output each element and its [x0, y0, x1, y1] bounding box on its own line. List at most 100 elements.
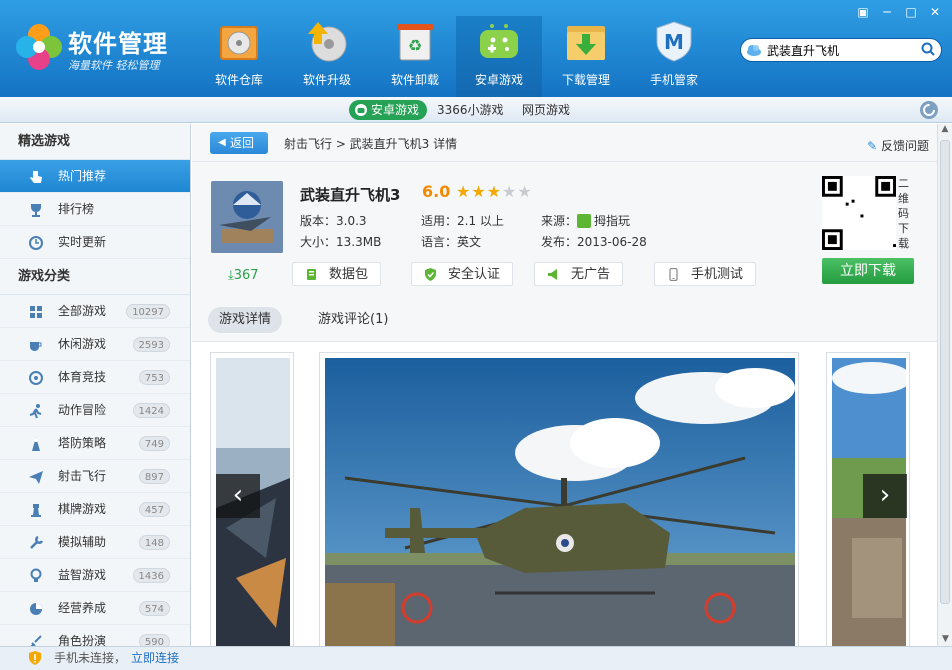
sidebar-item-category[interactable]: 模拟辅助 148	[0, 526, 190, 559]
game-version: 版本：3.0.3	[300, 214, 367, 228]
carousel-prev-button[interactable]: ‹	[216, 474, 260, 518]
star-empty-icon: ★	[517, 182, 533, 201]
brand-subtitle: 海量软件 轻松管理	[68, 59, 160, 72]
cloud-icon	[747, 45, 761, 56]
sub-tab-bar: 安卓游戏 3366小游戏 网页游戏	[0, 97, 952, 123]
game-score: 6.0	[422, 182, 451, 201]
nav-label: 手机管家	[649, 73, 698, 87]
star-filled-icon: ★	[486, 182, 503, 201]
sidebar-item-category[interactable]: 全部游戏 10297	[0, 295, 190, 328]
sidebar-item-label: 实时更新	[58, 235, 107, 249]
pie-icon	[30, 603, 42, 615]
tag-security: 安全认证	[411, 262, 514, 286]
sidebar-item-category[interactable]: 棋牌游戏 457	[0, 493, 190, 526]
close-button[interactable]: ✕	[924, 4, 946, 20]
sidebar-item-category[interactable]: 经营养成 574	[0, 592, 190, 625]
download-button[interactable]: 立即下载	[822, 258, 914, 284]
search-input[interactable]	[767, 42, 915, 58]
category-count-badge: 753	[138, 370, 170, 385]
vertical-scrollbar[interactable]: ▲ ▼	[937, 124, 952, 646]
nav-android-games[interactable]: 安卓游戏	[456, 16, 542, 97]
category-count-badge: 10297	[126, 304, 170, 319]
download-count-value: 367	[233, 268, 259, 283]
search-button[interactable]	[915, 38, 941, 62]
brand-title: 软件管理	[68, 30, 168, 58]
category-count-badge: 749	[138, 436, 170, 451]
sidebar-item-label: 排行榜	[58, 202, 95, 216]
tab-game-details[interactable]: 游戏详情	[208, 307, 283, 333]
tag-label: 安全认证	[448, 267, 501, 282]
category-count-badge: 1436	[132, 568, 170, 583]
subtab-label: 安卓游戏	[371, 103, 420, 117]
grid-icon	[30, 306, 42, 318]
scroll-thumb[interactable]	[940, 140, 950, 604]
tag-phone-test: 手机测试	[654, 262, 757, 286]
sidebar-item-category[interactable]: 塔防策略 749	[0, 427, 190, 460]
window-controls: ▣ ─ □ ✕	[852, 4, 946, 20]
ball-icon	[29, 371, 43, 385]
tag-label: 手机测试	[691, 267, 744, 282]
sidebar-item-category[interactable]: 动作冒险 1424	[0, 394, 190, 427]
category-count-badge: 574	[138, 601, 170, 616]
skin-button[interactable]: ▣	[852, 4, 874, 20]
bulb-icon	[30, 568, 42, 582]
sidebar-item-category[interactable]: 射击飞行 897	[0, 460, 190, 493]
sidebar-item-category[interactable]: 角色扮演 590	[0, 625, 190, 646]
source-logo-icon	[577, 214, 592, 228]
subtab-web-games[interactable]: 网页游戏	[522, 100, 570, 120]
category-count-badge: 457	[138, 502, 170, 517]
sidebar-item-label: 体育竞技	[58, 370, 107, 384]
refresh-icon[interactable]	[920, 101, 938, 119]
subtab-android-games[interactable]: 安卓游戏	[349, 100, 428, 120]
sidebar-item-label: 经营养成	[58, 601, 107, 615]
carousel-next-button[interactable]: ›	[863, 474, 907, 518]
nav-phone-manager[interactable]: M 手机管家	[631, 18, 717, 96]
breadcrumb: 射击飞行 > 武装直升飞机3 详情	[284, 137, 458, 151]
android-icon	[355, 104, 367, 116]
download-count: ⤓367	[228, 268, 259, 283]
nav-software-store[interactable]: 软件仓库	[196, 18, 282, 96]
data-pack-icon	[307, 269, 316, 280]
screenshot-image	[325, 358, 795, 646]
source-name: 拇指玩	[594, 214, 631, 228]
sidebar-item-updates[interactable]: 实时更新	[0, 226, 190, 259]
minimize-button[interactable]: ─	[876, 4, 898, 20]
chess-icon	[31, 504, 41, 517]
category-list: 全部游戏 10297 休闲游戏 2593 体育竞技 753 动作冒险 1424 塔防策略 749 射…	[0, 295, 190, 646]
tag-label: 数据包	[329, 267, 369, 282]
coffee-icon	[30, 342, 42, 351]
feedback-link[interactable]: ✎ 反馈问题	[867, 137, 929, 154]
status-bar: 手机未连接， 立即连接	[0, 646, 952, 670]
disc-box-icon	[220, 26, 258, 60]
tower-icon	[32, 437, 40, 451]
game-release: 发布：2013-06-28	[541, 235, 647, 249]
sword-icon	[30, 635, 42, 646]
megaphone-icon	[548, 269, 557, 280]
tab-game-comments[interactable]: 游戏评论(1)	[307, 307, 399, 333]
sidebar-item-category[interactable]: 体育竞技 753	[0, 361, 190, 394]
subtab-3366-games[interactable]: 3366小游戏	[437, 100, 504, 120]
sidebar-item-hot[interactable]: 热门推荐	[0, 160, 190, 193]
nav-software-upgrade[interactable]: 软件升级	[284, 18, 370, 96]
qr-code	[822, 176, 896, 250]
category-count-badge: 148	[138, 535, 170, 550]
sidebar-item-label: 休闲游戏	[58, 337, 107, 351]
star-empty-icon: ★	[502, 182, 518, 201]
nav-software-uninstall[interactable]: ♻ 软件卸载	[372, 18, 458, 96]
maximize-button[interactable]: □	[900, 4, 922, 20]
back-button[interactable]: ◀ 返回	[210, 132, 268, 154]
sidebar-item-label: 模拟辅助	[58, 535, 107, 549]
sidebar-item-ranking[interactable]: 排行榜	[0, 193, 190, 226]
main-content: ◀ 返回 射击飞行 > 武装直升飞机3 详情 ✎ 反馈问题 武装直升飞机3 6.…	[192, 124, 937, 646]
nav-download-manager[interactable]: 下载管理	[543, 18, 629, 96]
scroll-up-icon[interactable]: ▲	[938, 124, 952, 139]
sidebar-item-category[interactable]: 益智游戏 1436	[0, 559, 190, 592]
download-folder-icon	[567, 26, 605, 60]
connect-link[interactable]: 立即连接	[131, 647, 179, 669]
game-compat: 适用：2.1 以上	[421, 214, 504, 228]
sidebar-item-category[interactable]: 休闲游戏 2593	[0, 328, 190, 361]
star-filled-icon: ★	[456, 182, 472, 201]
scroll-down-icon[interactable]: ▼	[938, 634, 952, 644]
chevron-right-icon: ›	[879, 480, 891, 510]
screenshot-main[interactable]	[319, 352, 799, 646]
